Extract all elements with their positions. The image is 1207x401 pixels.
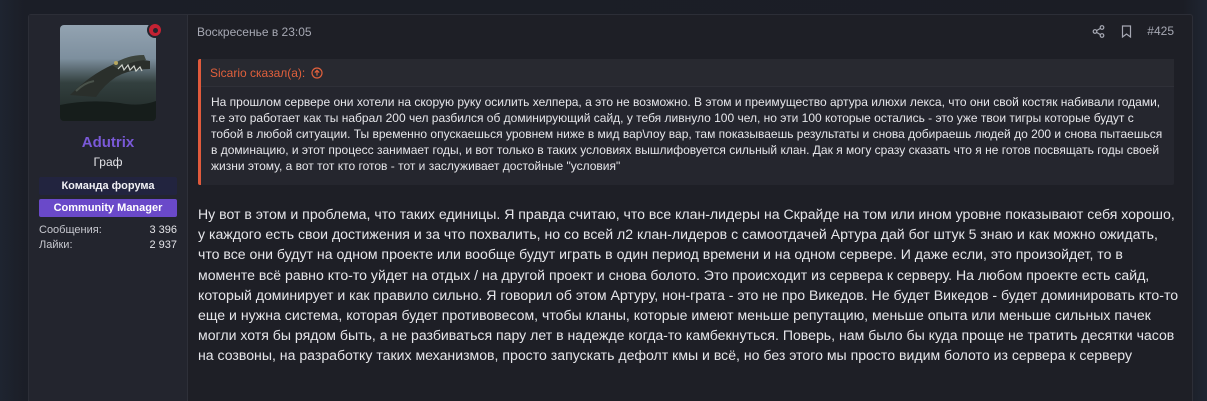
quote-header[interactable]: Sicario сказал(а): xyxy=(201,59,1174,87)
banner-forum-team: Команда форума xyxy=(39,177,177,195)
stat-row-likes: Лайки: 2 937 xyxy=(39,238,177,253)
stat-row-messages: Сообщения: 3 396 xyxy=(39,223,177,238)
avatar[interactable] xyxy=(60,25,156,121)
post-main: Воскресенье в 23:05 #425 Sicario сказал(… xyxy=(188,15,1192,401)
user-title: Граф xyxy=(93,155,123,169)
post-date[interactable]: Воскресенье в 23:05 xyxy=(197,25,312,39)
quote-text: На прошлом сервере они хотели на скорую … xyxy=(211,95,1163,173)
user-sidebar: Adutrix Граф Команда форума Community Ma… xyxy=(29,15,188,401)
stat-label: Сообщения: xyxy=(39,224,102,236)
crocodile-image xyxy=(60,55,156,121)
banner-community-manager: Community Manager xyxy=(39,199,177,217)
post-body: Ну вот в этом и проблема, что таких един… xyxy=(198,206,1179,364)
online-status-indicator xyxy=(147,22,163,38)
quote-author[interactable]: Sicario сказал(а): xyxy=(210,66,305,80)
post-number-link[interactable]: #425 xyxy=(1147,24,1174,38)
post-actions: #425 xyxy=(1091,24,1174,38)
share-icon[interactable] xyxy=(1091,24,1105,38)
forum-post: Adutrix Граф Команда форума Community Ma… xyxy=(28,14,1193,401)
stat-value: 2 937 xyxy=(149,239,177,251)
quote-block: Sicario сказал(а): На прошлом сервере он… xyxy=(198,59,1174,185)
username[interactable]: Adutrix xyxy=(82,134,135,151)
stat-value[interactable]: 3 396 xyxy=(149,223,177,238)
arrow-up-circle-icon[interactable] xyxy=(311,66,323,79)
user-stats: Сообщения: 3 396 Лайки: 2 937 xyxy=(39,223,177,253)
bookmark-icon[interactable] xyxy=(1119,24,1133,38)
stat-label: Лайки: xyxy=(39,239,73,251)
